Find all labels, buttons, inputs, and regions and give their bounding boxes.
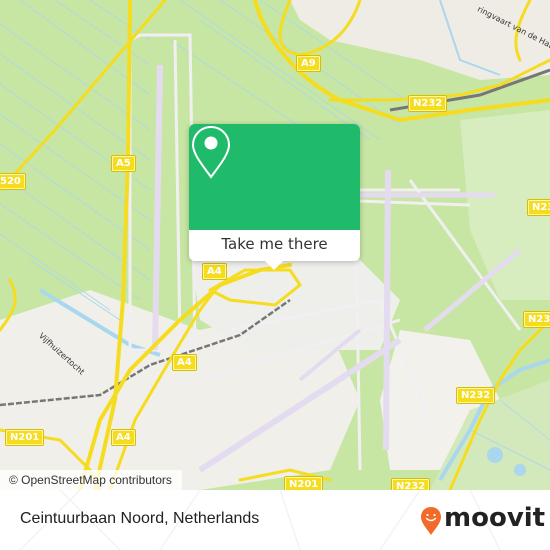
popup-header [189, 124, 360, 230]
road-shield-n232: N232 [457, 388, 495, 403]
map-view[interactable]: A9 N232 A5 520 A4 A4 A4 N201 N201 N232 N… [0, 0, 550, 490]
runway-zwanenburgbaan [383, 169, 391, 451]
pond [487, 447, 503, 463]
location-title: Ceintuurbaan Noord, Netherlands [20, 510, 260, 527]
road-shield-n201: N201 [6, 430, 44, 445]
pond [514, 464, 526, 476]
moovit-smiley-pin-icon [421, 507, 441, 535]
road-shield-a5: A5 [112, 156, 135, 171]
road-shield-a9: A9 [297, 56, 320, 71]
road-shield-n232: N232 [528, 200, 550, 215]
location-pin-icon [191, 125, 231, 179]
map-attribution[interactable]: © OpenStreetMap contributors [0, 470, 182, 490]
road-shield-a4: A4 [112, 430, 135, 445]
road-shield-n232: N232 [524, 312, 550, 327]
road-shield-n232: N232 [409, 96, 447, 111]
road-shield-n232: N232 [392, 479, 430, 490]
road-shield-n201: N201 [285, 477, 323, 490]
moovit-wordmark: moovit [444, 503, 546, 533]
road-shield-n520: 520 [0, 174, 25, 189]
popup-pointer [265, 261, 283, 270]
road-shield-a4: A4 [203, 264, 226, 279]
road-shield-a4: A4 [173, 355, 196, 370]
destination-popup: Take me there [189, 124, 360, 270]
take-me-there-button[interactable]: Take me there [189, 230, 360, 261]
